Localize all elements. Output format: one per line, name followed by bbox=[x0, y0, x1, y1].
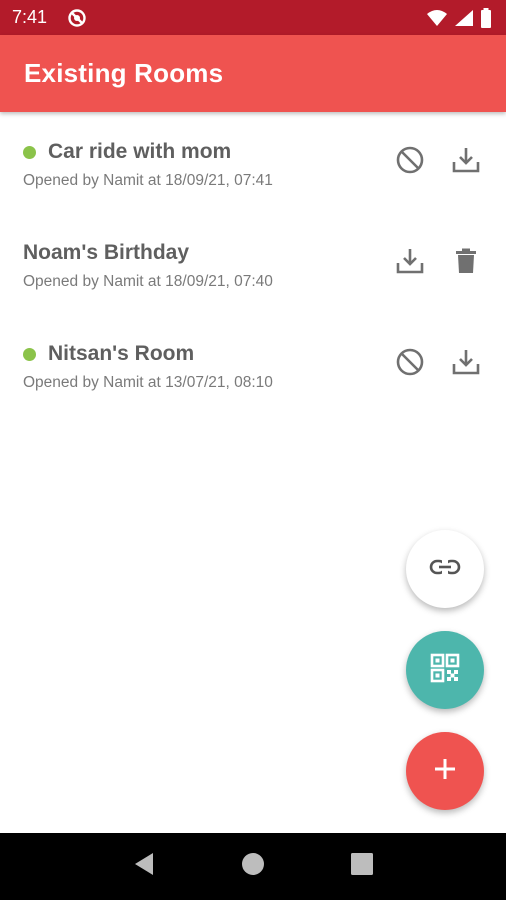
status-bar: 7:41 bbox=[0, 0, 506, 35]
home-button[interactable] bbox=[233, 847, 273, 887]
room-title-row: Car ride with mom bbox=[23, 138, 273, 166]
do-not-disturb-icon bbox=[67, 8, 87, 28]
qr-code-icon bbox=[430, 653, 460, 688]
block-icon[interactable] bbox=[392, 344, 428, 380]
signal-icon bbox=[454, 9, 474, 27]
screen: 7:41 Existing Rooms Car ride with mom Op… bbox=[0, 0, 506, 900]
room-name: Nitsan's Room bbox=[48, 342, 195, 365]
room-name: Noam's Birthday bbox=[23, 241, 190, 264]
room-title-row: Noam's Birthday bbox=[23, 239, 273, 267]
link-icon bbox=[429, 551, 461, 588]
back-triangle-icon bbox=[133, 852, 155, 881]
back-button[interactable] bbox=[124, 847, 164, 887]
list-item[interactable]: Noam's Birthday Opened by Namit at 18/09… bbox=[0, 213, 506, 314]
room-title-row: Nitsan's Room bbox=[23, 340, 273, 368]
room-list: Car ride with mom Opened by Namit at 18/… bbox=[0, 112, 506, 415]
recents-button[interactable] bbox=[342, 847, 382, 887]
room-subtitle: Opened by Namit at 18/09/21, 07:40 bbox=[23, 273, 273, 290]
recents-square-icon bbox=[350, 853, 373, 880]
wifi-icon bbox=[426, 9, 448, 27]
room-subtitle: Opened by Namit at 13/07/21, 08:10 bbox=[23, 374, 273, 391]
block-icon[interactable] bbox=[392, 142, 428, 178]
list-item[interactable]: Nitsan's Room Opened by Namit at 13/07/2… bbox=[0, 314, 506, 415]
battery-icon bbox=[480, 7, 492, 28]
navigation-bar bbox=[0, 833, 506, 900]
app-bar: Existing Rooms bbox=[0, 35, 506, 112]
download-icon[interactable] bbox=[448, 142, 484, 178]
active-status-dot bbox=[23, 145, 36, 159]
room-text: Car ride with mom Opened by Namit at 18/… bbox=[23, 138, 273, 190]
list-item[interactable]: Car ride with mom Opened by Namit at 18/… bbox=[0, 112, 506, 213]
share-link-button[interactable] bbox=[406, 530, 484, 608]
room-text: Noam's Birthday Opened by Namit at 18/09… bbox=[23, 239, 273, 291]
add-room-button[interactable] bbox=[406, 732, 484, 810]
delete-icon[interactable] bbox=[448, 243, 484, 279]
status-icons bbox=[426, 7, 492, 28]
download-icon[interactable] bbox=[392, 243, 428, 279]
download-icon[interactable] bbox=[448, 344, 484, 380]
room-text: Nitsan's Room Opened by Namit at 13/07/2… bbox=[23, 340, 273, 392]
room-name: Car ride with mom bbox=[48, 140, 232, 163]
status-time: 7:41 bbox=[12, 7, 48, 27]
room-actions bbox=[392, 142, 484, 178]
qr-code-button[interactable] bbox=[406, 631, 484, 709]
home-circle-icon bbox=[241, 852, 265, 881]
room-actions bbox=[392, 243, 484, 279]
plus-icon bbox=[432, 756, 458, 787]
active-status-dot bbox=[23, 347, 36, 361]
page-title: Existing Rooms bbox=[24, 58, 224, 88]
room-subtitle: Opened by Namit at 18/09/21, 07:41 bbox=[23, 172, 273, 189]
room-actions bbox=[392, 344, 484, 380]
